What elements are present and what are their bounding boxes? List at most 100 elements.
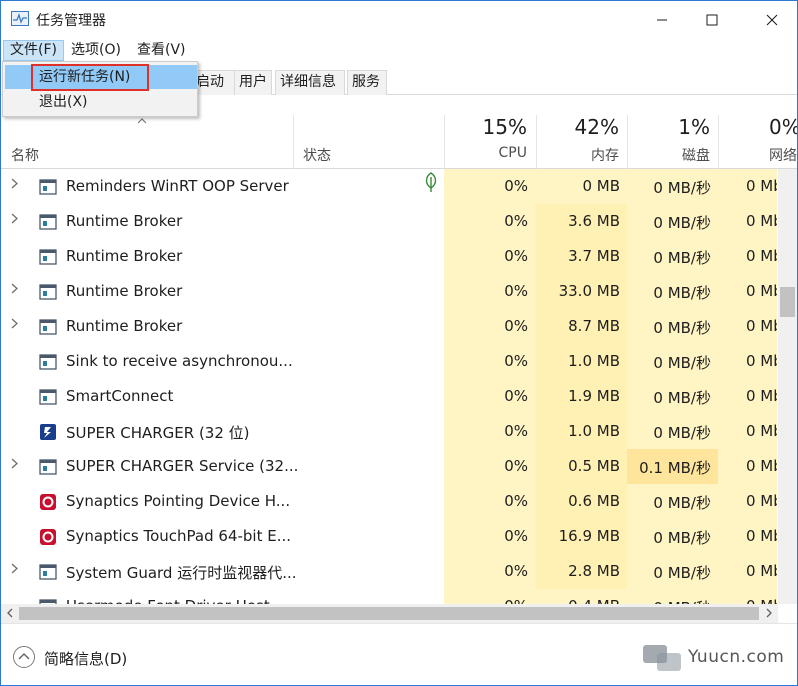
expand-chevron-icon[interactable] — [11, 178, 18, 193]
tab-details[interactable]: 详细信息 — [275, 70, 345, 95]
process-row[interactable]: Sink to receive asynchronou... 0% 1.0 MB 0 … — [1, 344, 777, 379]
leaf-icon — [423, 171, 439, 197]
memory-value: 1.9 MB — [568, 387, 620, 405]
process-name: Sink to receive asynchronou... — [66, 352, 293, 370]
column-separator[interactable] — [536, 115, 537, 169]
cpu-value: 0% — [449, 597, 528, 604]
vertical-scroll-thumb[interactable] — [780, 287, 795, 317]
column-separator[interactable] — [718, 115, 719, 169]
process-name: SUPER CHARGER (32 位) — [66, 424, 250, 442]
expand-chevron-icon[interactable] — [11, 563, 18, 578]
column-network-header[interactable]: 网络 — [769, 145, 797, 165]
disk-value: 0 MB/秒 — [653, 319, 711, 337]
vertical-scrollbar[interactable] — [778, 169, 797, 604]
maximize-button[interactable] — [687, 1, 737, 38]
run-new-task-menu-item[interactable]: 运行新任务(N) — [5, 64, 197, 91]
column-cpu-header[interactable]: CPU — [449, 145, 527, 161]
network-value: 0 Mb — [746, 212, 777, 230]
watermark-text: Yuucn.com — [688, 647, 785, 667]
cpu-value: 0% — [504, 317, 528, 335]
column-name-header[interactable]: 名称 — [11, 145, 39, 165]
column-separator[interactable] — [444, 115, 445, 169]
app-window-icon — [39, 459, 57, 475]
app-window-icon — [39, 354, 57, 370]
process-row[interactable]: SUPER CHARGER Service (32... 0% 0.5 MB 0.1 … — [1, 449, 777, 484]
process-row[interactable]: Runtime Broker 0% 3.6 MB 0 MB/秒 0 Mb — [1, 204, 777, 239]
process-row[interactable]: Reminders WinRT OOP Server 0% 0 MB 0 MB/秒 0 … — [1, 169, 777, 204]
process-row[interactable]: SmartConnect 0% 1.9 MB 0 MB/秒 0 Mb — [1, 379, 777, 414]
close-button[interactable] — [747, 1, 797, 38]
scroll-right-icon[interactable] — [760, 604, 777, 623]
process-row[interactable]: SUPER CHARGER (32 位) 0% 1.0 MB 0 MB/秒 0 Mb — [1, 414, 777, 449]
disk-value: 0 MB/秒 — [632, 597, 711, 604]
memory-value: 0 MB — [582, 177, 620, 195]
file-dropdown-menu: 运行新任务(N) 退出(X) — [2, 61, 198, 117]
scroll-left-icon[interactable] — [1, 604, 18, 623]
expand-chevron-icon[interactable] — [11, 318, 18, 333]
process-name: Synaptics TouchPad 64-bit E... — [66, 527, 292, 545]
cpu-value: 0% — [504, 422, 528, 440]
task-manager-window: 任务管理器 文件(F) 选项(O) 查看(V) 启动 用户 详细信息 服务 运行… — [0, 0, 798, 686]
process-row[interactable]: Runtime Broker 0% 33.0 MB 0 MB/秒 0 Mb — [1, 274, 777, 309]
cpu-value: 0% — [504, 247, 528, 265]
network-value: 0 Mb — [746, 317, 777, 335]
process-name: SUPER CHARGER Service (32... — [66, 457, 299, 475]
process-list: Reminders WinRT OOP Server 0% 0 MB 0 MB/秒 0 … — [1, 169, 777, 604]
process-row[interactable]: Synaptics TouchPad 64-bit E... 0% 16.9 MB 0… — [1, 519, 777, 554]
menu-options[interactable]: 选项(O) — [65, 40, 127, 61]
red-highlight-box — [31, 64, 149, 91]
menu-view[interactable]: 查看(V) — [131, 40, 192, 61]
cpu-value: 0% — [504, 492, 528, 510]
process-name: SmartConnect — [66, 387, 174, 405]
network-value: 0 Mb — [746, 492, 777, 510]
expand-chevron-icon[interactable] — [11, 213, 18, 228]
memory-value: 1.0 MB — [568, 352, 620, 370]
memory-total-percent[interactable]: 42% — [541, 115, 619, 139]
close-icon — [766, 14, 778, 25]
maximize-icon — [706, 14, 718, 25]
column-separator[interactable] — [293, 115, 294, 169]
process-name: Synaptics Pointing Device H... — [66, 492, 291, 510]
synaptics-icon — [39, 529, 57, 545]
process-name: Runtime Broker — [66, 282, 183, 300]
process-row[interactable]: Runtime Broker 0% 8.7 MB 0 MB/秒 0 Mb — [1, 309, 777, 344]
cpu-value: 0% — [504, 352, 528, 370]
disk-total-percent[interactable]: 1% — [632, 115, 710, 139]
window-title: 任务管理器 — [36, 13, 106, 29]
column-memory-header[interactable]: 内存 — [541, 145, 619, 165]
column-header: 名称 状态 15% CPU 42% 内存 1% 磁盘 0% 网络 — [1, 111, 797, 169]
process-row[interactable]: Runtime Broker 0% 3.7 MB 0 MB/秒 0 Mb — [1, 239, 777, 274]
process-name: System Guard 运行时监视器代... — [66, 564, 297, 582]
expand-chevron-icon[interactable] — [11, 458, 18, 473]
process-name: Runtime Broker — [66, 212, 183, 230]
process-row[interactable]: System Guard 运行时监视器代... 0% 2.8 MB 0 MB/秒 0 M… — [1, 554, 777, 589]
network-value: 0 Mb — [746, 422, 777, 440]
column-status-header[interactable]: 状态 — [303, 145, 331, 165]
app-window-icon — [39, 214, 57, 230]
process-row[interactable]: Usermode Font Driver Host 0% 0.4 MB 0 MB/秒 0… — [1, 589, 777, 604]
collapse-details-button[interactable] — [13, 646, 35, 668]
horizontal-scroll-thumb[interactable] — [19, 607, 759, 620]
tab-users[interactable]: 用户 — [234, 70, 272, 95]
cpu-value: 0% — [504, 527, 528, 545]
expand-chevron-icon[interactable] — [11, 283, 18, 298]
title-bar[interactable]: 任务管理器 — [1, 1, 797, 38]
watermark-icon — [643, 645, 681, 671]
fewer-details-link[interactable]: 简略信息(D) — [44, 648, 127, 669]
column-disk-header[interactable]: 磁盘 — [632, 145, 710, 165]
cpu-total-percent[interactable]: 15% — [449, 115, 527, 139]
horizontal-scrollbar[interactable] — [1, 604, 778, 623]
minimize-button[interactable] — [637, 1, 687, 38]
process-row[interactable]: Synaptics Pointing Device H... 0% 0.6 MB 0 … — [1, 484, 777, 519]
process-name: Reminders WinRT OOP Server — [66, 177, 289, 195]
column-separator[interactable] — [627, 115, 628, 169]
network-total-percent[interactable]: 0% — [769, 115, 797, 139]
task-manager-icon — [11, 11, 29, 26]
memory-value: 2.8 MB — [568, 562, 620, 580]
synaptics-icon — [39, 494, 57, 510]
memory-value: 0.4 MB — [541, 597, 620, 604]
exit-menu-item[interactable]: 退出(X) — [5, 90, 197, 114]
tab-services[interactable]: 服务 — [347, 70, 387, 95]
cpu-value: 0% — [504, 282, 528, 300]
menu-file[interactable]: 文件(F) — [3, 40, 64, 61]
